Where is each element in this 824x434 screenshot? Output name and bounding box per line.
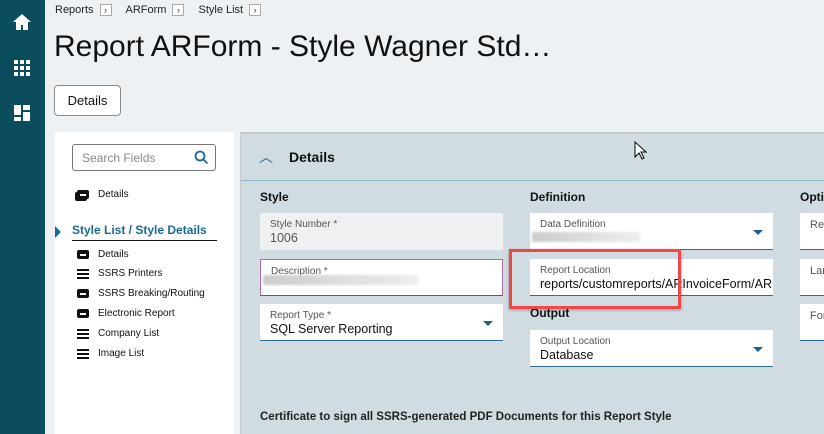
options-field-3[interactable]: For <box>800 304 824 341</box>
report-type-select[interactable]: Report Type * SQL Server Reporting <box>260 304 503 341</box>
field-label: Lan <box>810 265 824 277</box>
highlight-box <box>509 249 681 309</box>
field-navigator: Search Fields Details Style List / Style… <box>55 132 234 434</box>
breadcrumb-style-list[interactable]: Style List <box>198 4 243 16</box>
description-field[interactable]: Description * <box>260 259 503 296</box>
nav-details[interactable]: Details <box>77 189 129 200</box>
details-panel-header[interactable]: ︿ Details <box>241 134 824 181</box>
form-icon <box>77 309 89 318</box>
redacted-value <box>532 232 640 242</box>
certificate-label: Certificate to sign all SSRS-generated P… <box>260 411 672 423</box>
search-fields-input[interactable]: Search Fields <box>72 144 216 171</box>
breadcrumb: Reports › ARForm › Style List › <box>55 4 269 16</box>
chevron-right-icon[interactable]: › <box>99 4 112 16</box>
nav-item-image-list[interactable]: Image List <box>77 348 144 359</box>
nav-label: Image List <box>98 348 145 359</box>
form-icon <box>77 289 89 298</box>
options-field-1[interactable]: Rep <box>800 213 824 250</box>
style-heading: Style <box>260 190 289 204</box>
style-number-field: Style Number * 1006 <box>260 213 503 250</box>
app-rail <box>0 0 45 434</box>
field-label: Output Location <box>540 336 611 347</box>
dropdown-arrow-icon[interactable] <box>753 230 763 235</box>
search-placeholder: Search Fields <box>82 151 156 165</box>
options-heading: Optio <box>800 190 824 204</box>
field-label: Report Type * <box>270 310 331 321</box>
field-value: 1006 <box>270 231 298 245</box>
output-location-select[interactable]: Output Location Database <box>530 330 773 367</box>
dashboard-icon[interactable] <box>12 103 32 123</box>
chevron-right-icon[interactable]: › <box>172 4 185 16</box>
field-label: For <box>810 310 824 322</box>
search-icon[interactable] <box>194 150 209 165</box>
dropdown-arrow-icon[interactable] <box>753 347 763 352</box>
breadcrumb-reports[interactable]: Reports <box>55 4 94 16</box>
nav-item-electronic-report[interactable]: Electronic Report <box>77 308 175 319</box>
nav-item-details[interactable]: Details <box>77 249 129 260</box>
nav-label: SSRS Breaking/Routing <box>98 288 205 299</box>
definition-heading: Definition <box>530 190 586 204</box>
chevron-up-icon[interactable]: ︿ <box>259 147 289 167</box>
chevron-right-icon[interactable]: › <box>249 4 262 16</box>
list-icon <box>77 348 89 359</box>
nav-label: SSRS Printers <box>98 268 163 279</box>
apps-grid-icon[interactable] <box>12 58 32 78</box>
options-field-2[interactable]: Lan <box>800 259 824 296</box>
nav-item-ssrs-breaking[interactable]: SSRS Breaking/Routing <box>77 288 205 299</box>
nav-item-ssrs-printers[interactable]: SSRS Printers <box>77 268 162 279</box>
nav-label: Details <box>98 249 129 260</box>
nav-label: Details <box>98 189 129 200</box>
section-style-details[interactable]: Style List / Style Details <box>72 223 217 241</box>
redacted-value <box>263 275 418 285</box>
field-label: Style Number * <box>270 219 338 230</box>
list-icon <box>77 328 89 339</box>
home-icon[interactable] <box>12 12 32 32</box>
field-value: SQL Server Reporting <box>270 322 393 336</box>
nav-label: Company List <box>98 328 160 339</box>
panel-title: Details <box>289 149 335 165</box>
mouse-cursor-icon <box>634 141 648 160</box>
field-label: Data Definition <box>540 219 606 230</box>
data-definition-select[interactable]: Data Definition <box>530 213 773 250</box>
breadcrumb-arform[interactable]: ARForm <box>126 4 167 16</box>
cards-icon <box>77 190 89 199</box>
list-icon <box>77 268 89 279</box>
expand-arrow-icon[interactable] <box>55 226 61 238</box>
nav-label: Electronic Report <box>98 308 175 319</box>
form-icon <box>77 250 89 259</box>
page-title: Report ARForm - Style Wagner Std… <box>54 30 552 63</box>
field-label: Rep <box>810 219 824 231</box>
dropdown-arrow-icon[interactable] <box>483 321 493 326</box>
nav-item-company-list[interactable]: Company List <box>77 328 159 339</box>
field-value: Database <box>540 348 594 362</box>
details-button[interactable]: Details <box>54 85 121 116</box>
